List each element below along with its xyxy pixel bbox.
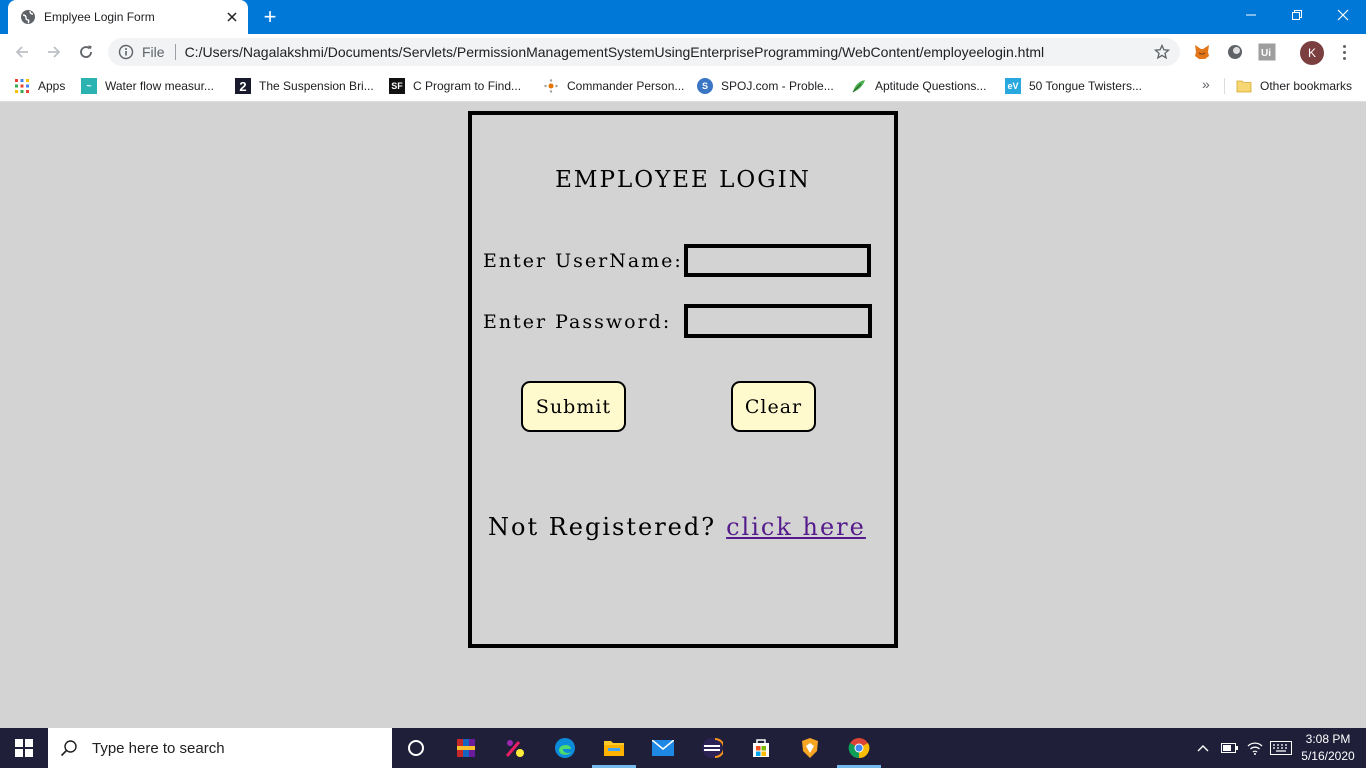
tab-title: Emplyee Login Form: [44, 10, 155, 24]
browser-title-bar: Emplyee Login Form +: [0, 0, 1366, 34]
apps-grid-icon: [14, 78, 30, 94]
address-url[interactable]: C:/Users/Nagalakshmi/Documents/Servlets/…: [185, 44, 1045, 60]
water-flow-icon: ~: [81, 78, 97, 94]
bookmark-label: The Suspension Bri...: [259, 79, 374, 93]
browser-tab-active[interactable]: Emplyee Login Form: [8, 0, 248, 34]
search-placeholder: Type here to search: [92, 739, 225, 757]
other-bookmarks-label: Other bookmarks: [1260, 79, 1353, 93]
number-2-icon: 2: [235, 78, 251, 94]
bookmark-water-flow[interactable]: ~ Water flow measur...: [81, 76, 214, 96]
bookmarks-bar: Apps ~ Water flow measur... 2 The Suspen…: [0, 70, 1366, 102]
close-window-icon[interactable]: [1320, 0, 1366, 30]
login-form-box: EMPLOYEE LOGIN Enter UserName: Enter Pas…: [468, 111, 898, 648]
bookmark-label: 50 Tongue Twisters...: [1029, 79, 1142, 93]
globe-icon: [20, 9, 36, 25]
leaf-icon: [851, 78, 867, 94]
other-bookmarks[interactable]: Other bookmarks: [1236, 76, 1352, 96]
bookmark-apps[interactable]: Apps: [14, 76, 65, 96]
edge-icon[interactable]: [553, 736, 577, 760]
bookmark-label: SPOJ.com - Proble...: [721, 79, 834, 93]
password-input[interactable]: [684, 304, 872, 338]
wifi-icon[interactable]: [1247, 738, 1263, 758]
register-link[interactable]: click here: [726, 513, 866, 541]
winrar-icon[interactable]: [454, 736, 478, 760]
gear-dots-icon: [543, 78, 559, 94]
page-title: EMPLOYEE LOGIN: [555, 167, 811, 193]
bookmark-spoj[interactable]: S SPOJ.com - Proble...: [697, 76, 834, 96]
clear-button[interactable]: Clear: [731, 381, 816, 432]
bookmark-label: C Program to Find...: [413, 79, 522, 93]
address-separator: [174, 44, 176, 60]
bookmark-label: Aptitude Questions...: [875, 79, 987, 93]
forward-arrow-icon[interactable]: [42, 40, 66, 64]
brave-icon[interactable]: [798, 736, 822, 760]
minimize-icon[interactable]: [1228, 0, 1274, 30]
system-clock[interactable]: 3:08 PM 5/16/2020: [1296, 731, 1360, 765]
address-scheme-label: File: [142, 44, 165, 60]
chrome-icon[interactable]: [847, 736, 871, 760]
bookmark-star-icon[interactable]: [1154, 44, 1170, 60]
bookmarks-divider: [1224, 78, 1225, 94]
circle-extension-icon[interactable]: [1225, 42, 1245, 62]
windows-start-icon[interactable]: [0, 728, 48, 768]
bookmark-label: Commander Person...: [567, 79, 685, 93]
username-label: Enter UserName:: [483, 250, 683, 272]
browser-menu-icon[interactable]: [1336, 42, 1352, 62]
restore-icon[interactable]: [1274, 0, 1320, 30]
register-prompt-text: Not Registered?: [488, 513, 717, 541]
search-icon: [60, 739, 78, 757]
clock-date: 5/16/2020: [1301, 749, 1355, 763]
sf-icon: SF: [389, 78, 405, 94]
new-tab-button[interactable]: +: [258, 6, 282, 28]
profile-avatar[interactable]: K: [1300, 41, 1324, 65]
eclipse-icon[interactable]: [700, 736, 724, 760]
keyboard-icon[interactable]: [1270, 738, 1292, 758]
bookmarks-overflow-button[interactable]: »: [1202, 76, 1210, 92]
store-icon[interactable]: [749, 736, 773, 760]
password-label: Enter Password:: [483, 311, 672, 333]
ui-extension-icon[interactable]: Ui: [1257, 42, 1277, 62]
spoj-icon: S: [697, 78, 713, 94]
taskbar-search-box[interactable]: Type here to search: [48, 728, 392, 768]
close-tab-icon[interactable]: [224, 9, 240, 25]
cortana-icon[interactable]: [404, 736, 428, 760]
bookmark-commander[interactable]: Commander Person...: [543, 76, 684, 96]
folder-icon: [1236, 78, 1252, 94]
browser-toolbar: File C:/Users/Nagalakshmi/Documents/Serv…: [0, 34, 1366, 70]
back-arrow-icon[interactable]: [10, 40, 34, 64]
battery-icon[interactable]: [1221, 738, 1239, 758]
bookmark-tongue-twisters[interactable]: eV 50 Tongue Twisters...: [1005, 76, 1142, 96]
mail-icon[interactable]: [651, 736, 675, 760]
username-input[interactable]: [684, 244, 871, 277]
bookmark-aptitude[interactable]: Aptitude Questions...: [851, 76, 986, 96]
reload-icon[interactable]: [74, 40, 98, 64]
clock-time: 3:08 PM: [1305, 732, 1351, 746]
bookmark-label: Apps: [38, 79, 66, 93]
address-bar[interactable]: File C:/Users/Nagalakshmi/Documents/Serv…: [108, 38, 1180, 66]
windows-taskbar: Type here to search 3:08 PM 5/16/2020: [0, 728, 1366, 768]
submit-button[interactable]: Submit: [521, 381, 626, 432]
info-icon[interactable]: [118, 44, 134, 60]
metamask-fox-icon[interactable]: [1192, 42, 1212, 62]
bookmark-suspension-bridge[interactable]: 2 The Suspension Bri...: [235, 76, 374, 96]
bookmark-c-program[interactable]: SF C Program to Find...: [389, 76, 521, 96]
svg-text:Ui: Ui: [1261, 48, 1271, 59]
bookmark-label: Water flow measur...: [105, 79, 214, 93]
ev-icon: eV: [1005, 78, 1021, 94]
register-prompt: Not Registered? click here: [488, 513, 866, 541]
paint-icon[interactable]: [503, 736, 527, 760]
file-explorer-icon[interactable]: [602, 736, 626, 760]
show-hidden-icons-icon[interactable]: [1197, 738, 1209, 758]
